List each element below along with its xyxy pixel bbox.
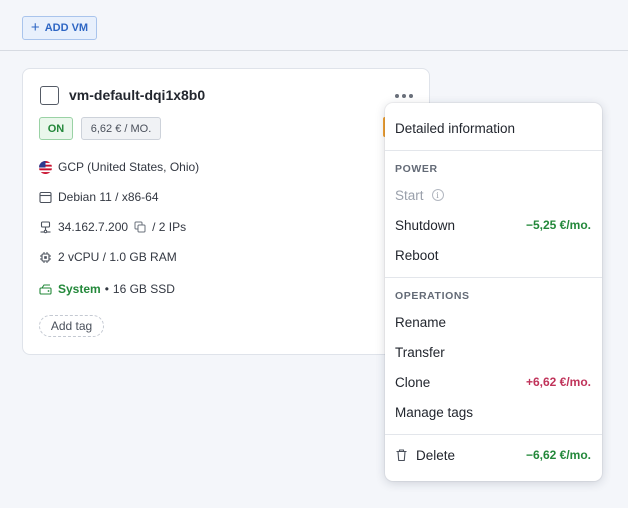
plus-icon: + [30, 19, 40, 36]
add-tag-button[interactable]: Add tag [39, 315, 104, 337]
ip-row: 34.162.7.200 / 2 IPs [39, 220, 186, 234]
location-row: GCP (United States, Ohio) [39, 160, 199, 174]
cpu-icon [40, 251, 51, 263]
menu-item-label: Rename [395, 314, 447, 330]
delete-price: −6,62 €/mo. [525, 448, 591, 462]
info-icon: i [431, 189, 444, 201]
menu-item-label: Clone [395, 374, 431, 390]
trash-icon [396, 449, 407, 462]
vm-select-checkbox[interactable] [40, 86, 59, 105]
menu-divider [385, 150, 602, 151]
disk-row: System • 16 GB SSD [39, 282, 175, 296]
disk-type: System [58, 282, 101, 296]
ip-count: / 2 IPs [152, 220, 187, 234]
add-vm-label: ADD VM [44, 22, 89, 34]
os-row: Debian 11 / x86-64 [39, 190, 159, 204]
context-menu: Detailed information POWER Start i Shutd… [385, 103, 602, 481]
menu-item-label: Reboot [395, 247, 439, 263]
copy-icon[interactable] [134, 221, 146, 233]
more-dot-icon [409, 94, 413, 98]
disk-icon [39, 283, 52, 295]
disk-size: 16 GB SSD [112, 282, 175, 296]
menu-item-transfer[interactable]: Transfer [385, 338, 602, 366]
location-text: GCP (United States, Ohio) [58, 160, 200, 174]
menu-item-label: Manage tags [395, 404, 474, 420]
disk-separator: • [104, 282, 109, 296]
vm-card: vm-default-dqi1x8b0 ON 6,62 € / MO. GCP … [22, 68, 430, 355]
menu-item-label: Transfer [395, 344, 445, 360]
os-text: Debian 11 / x86-64 [58, 190, 159, 204]
menu-divider [385, 434, 602, 435]
us-flag-icon [39, 160, 52, 174]
menu-item-label: Start [395, 187, 424, 203]
more-dot-icon [395, 94, 399, 98]
menu-item-detailed-information[interactable]: Detailed information [385, 114, 602, 142]
menu-item-start: Start i [385, 181, 602, 209]
ip-address: 34.162.7.200 [58, 220, 129, 234]
menu-section-operations: OPERATIONS [395, 290, 470, 302]
menu-item-label: Detailed information [395, 120, 516, 136]
vm-name: vm-default-dqi1x8b0 [69, 87, 206, 103]
menu-item-rename[interactable]: Rename [385, 308, 602, 336]
menu-item-reboot[interactable]: Reboot [385, 241, 602, 269]
price-badge: 6,62 € / MO. [81, 117, 161, 140]
menu-section-power: POWER [395, 163, 438, 175]
status-badge: ON [39, 117, 73, 140]
network-icon [40, 220, 51, 233]
menu-item-label: Shutdown [395, 217, 456, 233]
menu-item-clone[interactable]: Clone +6,62 €/mo. [385, 368, 602, 396]
menu-item-delete[interactable]: Delete −6,62 €/mo. [385, 441, 602, 469]
shutdown-price: −5,25 €/mo. [525, 218, 591, 232]
menu-divider [385, 277, 602, 278]
window-icon [39, 191, 52, 203]
menu-item-manage-tags[interactable]: Manage tags [385, 398, 602, 426]
resources-text: 2 vCPU / 1.0 GB RAM [58, 250, 177, 264]
menu-item-shutdown[interactable]: Shutdown −5,25 €/mo. [385, 211, 602, 239]
clone-price: +6,62 €/mo. [525, 375, 591, 389]
toolbar-divider [0, 50, 628, 51]
more-dot-icon [402, 94, 406, 98]
menu-item-label: Delete [416, 447, 456, 463]
resources-row: 2 vCPU / 1.0 GB RAM [39, 250, 177, 264]
add-vm-button[interactable]: + ADD VM [22, 16, 97, 40]
